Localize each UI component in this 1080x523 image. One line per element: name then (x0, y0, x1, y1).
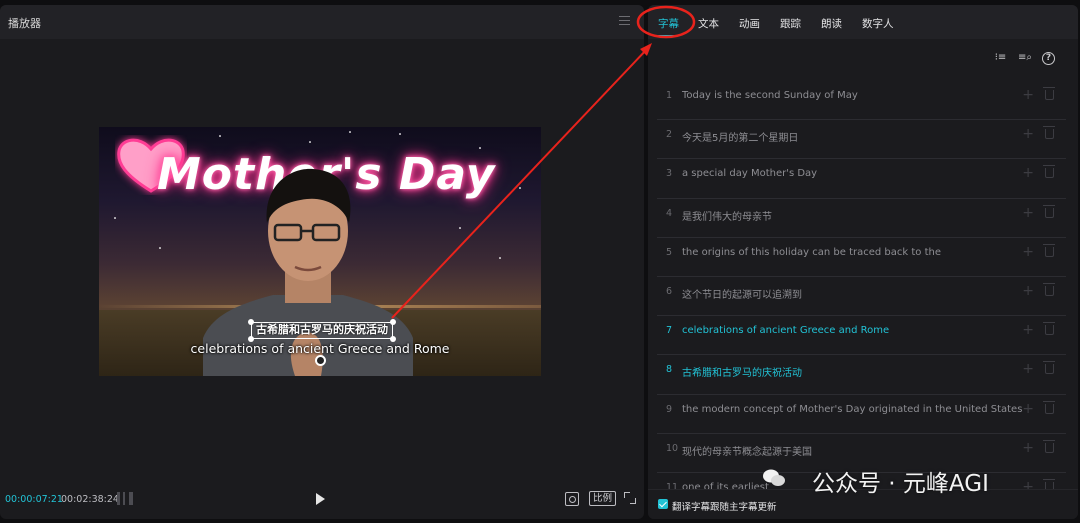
subtitle-row[interactable]: 4 是我们伟大的母亲节 + (657, 199, 1066, 238)
tab-text[interactable]: 文本 (698, 16, 719, 31)
subtitle-number: 3 (666, 168, 673, 180)
delete-icon[interactable] (1043, 400, 1055, 414)
subtitle-text[interactable]: celebrations of ancient Greece and Rome (682, 325, 889, 336)
delete-icon[interactable] (1043, 361, 1055, 375)
add-subtitle-icon[interactable]: + (1022, 165, 1034, 181)
play-icon[interactable] (316, 493, 325, 505)
subtitle-row[interactable]: 8 古希腊和古罗马的庆祝活动 + (657, 355, 1066, 395)
wechat-icon (763, 469, 785, 486)
subtitle-cn-text: 古希腊和古罗马的庆祝活动 (256, 323, 388, 336)
menu-icon[interactable] (619, 16, 630, 25)
tab-subtitles[interactable]: 字幕 (658, 16, 679, 31)
subtitle-text[interactable]: 这个节日的起源可以追溯到 (682, 286, 802, 301)
subtitle-row[interactable]: 7 celebrations of ancient Greece and Rome… (657, 316, 1066, 356)
rotate-handle-icon[interactable] (315, 355, 326, 366)
subtitle-text[interactable]: a special day Mother's Day (682, 168, 817, 179)
sync-translation-label: 翻译字幕跟随主字幕更新 (672, 502, 777, 513)
help-icon[interactable]: ? (1042, 52, 1055, 65)
subtitle-number: 9 (666, 403, 673, 415)
subtitle-row[interactable]: 6 这个节日的起源可以追溯到 + (657, 277, 1066, 317)
subtitle-text[interactable]: 今天是5月的第二个星期日 (682, 129, 798, 144)
sync-translation-checkbox[interactable] (658, 499, 668, 509)
subtitle-number: 6 (666, 285, 673, 297)
add-subtitle-icon[interactable]: + (1022, 87, 1034, 103)
add-subtitle-icon[interactable]: + (1022, 244, 1034, 260)
subtitle-text[interactable]: the origins of this holiday can be trace… (682, 247, 941, 258)
subtitle-number: 4 (666, 207, 673, 219)
player-panel: 播放器 Mother's Day 古希腊和古罗马的庆祝活动 celebratio… (0, 5, 644, 519)
subtitle-number: 2 (666, 129, 673, 141)
tab-animation[interactable]: 动画 (739, 16, 760, 31)
watermark-text: 公众号 · 元峰AGI (812, 471, 989, 497)
subtitle-panel: 字幕 文本 动画 跟踪 朗读 数字人 ⁝≡ ≡⌕ ? 1 Today is the… (648, 5, 1078, 519)
subtitle-number: 1 (666, 90, 673, 101)
delete-icon[interactable] (1043, 165, 1055, 179)
subtitle-row[interactable]: 2 今天是5月的第二个星期日 + (657, 120, 1066, 160)
resize-handle[interactable] (390, 319, 396, 325)
subtitle-number: 10 (666, 442, 679, 454)
ratio-button[interactable]: 比例 (589, 491, 617, 506)
delete-icon[interactable] (1043, 322, 1055, 336)
add-subtitle-icon[interactable]: + (1022, 401, 1034, 417)
search-replace-icon[interactable]: ≡⌕ (1018, 52, 1032, 65)
delete-icon[interactable] (1043, 243, 1055, 257)
add-subtitle-icon[interactable]: + (1022, 322, 1034, 338)
delete-icon[interactable] (1043, 282, 1055, 296)
timeline-grid-icon[interactable] (117, 492, 133, 505)
player-title: 播放器 (8, 17, 41, 30)
panel-toolbar: ⁝≡ ≡⌕ ? (984, 52, 1064, 66)
delete-icon[interactable] (1043, 87, 1055, 100)
add-subtitle-icon[interactable]: + (1022, 126, 1034, 142)
current-time: 00:00:07:21 (5, 494, 63, 505)
fullscreen-icon[interactable] (624, 492, 636, 504)
player-header: 播放器 (0, 5, 644, 39)
delete-icon[interactable] (1043, 439, 1055, 453)
add-subtitle-icon[interactable]: + (1022, 205, 1034, 221)
subtitle-text[interactable]: the modern concept of Mother's Day origi… (682, 404, 1022, 415)
subtitle-text[interactable]: 是我们伟大的母亲节 (682, 208, 772, 223)
subtitle-row[interactable]: 5 the origins of this holiday can be trac… (657, 238, 1066, 277)
subtitle-list: 1 Today is the second Sunday of May +2 今天是5… (657, 81, 1066, 513)
active-tab-indicator (657, 35, 677, 37)
playback-controls: 00:00:07:21 00:02:38:24 比例 (0, 490, 644, 510)
video-preview[interactable]: Mother's Day 古希腊和古罗马的庆祝活动 celebrations o… (99, 127, 541, 376)
tab-tracking[interactable]: 跟踪 (780, 16, 801, 31)
tab-digital-human[interactable]: 数字人 (862, 16, 894, 31)
tab-read-aloud[interactable]: 朗读 (821, 16, 842, 31)
subtitle-number: 8 (666, 364, 673, 376)
subtitle-row[interactable]: 9 the modern concept of Mother's Day orig… (657, 395, 1066, 434)
delete-icon[interactable] (1043, 204, 1055, 218)
selected-subtitle-cn[interactable]: 古希腊和古罗马的庆祝活动 (248, 319, 396, 342)
subtitle-text[interactable]: 现代的母亲节概念起源于美国 (682, 443, 812, 458)
delete-icon[interactable] (1043, 126, 1055, 140)
subtitle-text[interactable]: 古希腊和古罗马的庆祝活动 (682, 364, 802, 379)
subtitle-text[interactable]: Today is the second Sunday of May (682, 90, 858, 101)
focus-icon[interactable] (565, 492, 579, 506)
add-subtitle-icon[interactable]: + (1022, 440, 1034, 456)
add-subtitle-icon[interactable]: + (1022, 283, 1034, 299)
subtitle-number: 5 (666, 246, 673, 258)
subtitle-row[interactable]: 1 Today is the second Sunday of May + (657, 81, 1066, 121)
total-time: 00:02:38:24 (61, 494, 119, 505)
add-subtitle-icon[interactable]: + (1022, 361, 1034, 377)
panel-tabs: 字幕 文本 动画 跟踪 朗读 数字人 (648, 5, 1078, 39)
subtitle-number: 7 (666, 325, 673, 337)
subtitle-en-text: celebrations of ancient Greece and Rome (190, 341, 450, 356)
subtitle-row[interactable]: 3 a special day Mother's Day + (657, 159, 1066, 199)
subtitle-style-icon[interactable]: ⁝≡ (994, 52, 1007, 65)
resize-handle[interactable] (248, 319, 254, 325)
